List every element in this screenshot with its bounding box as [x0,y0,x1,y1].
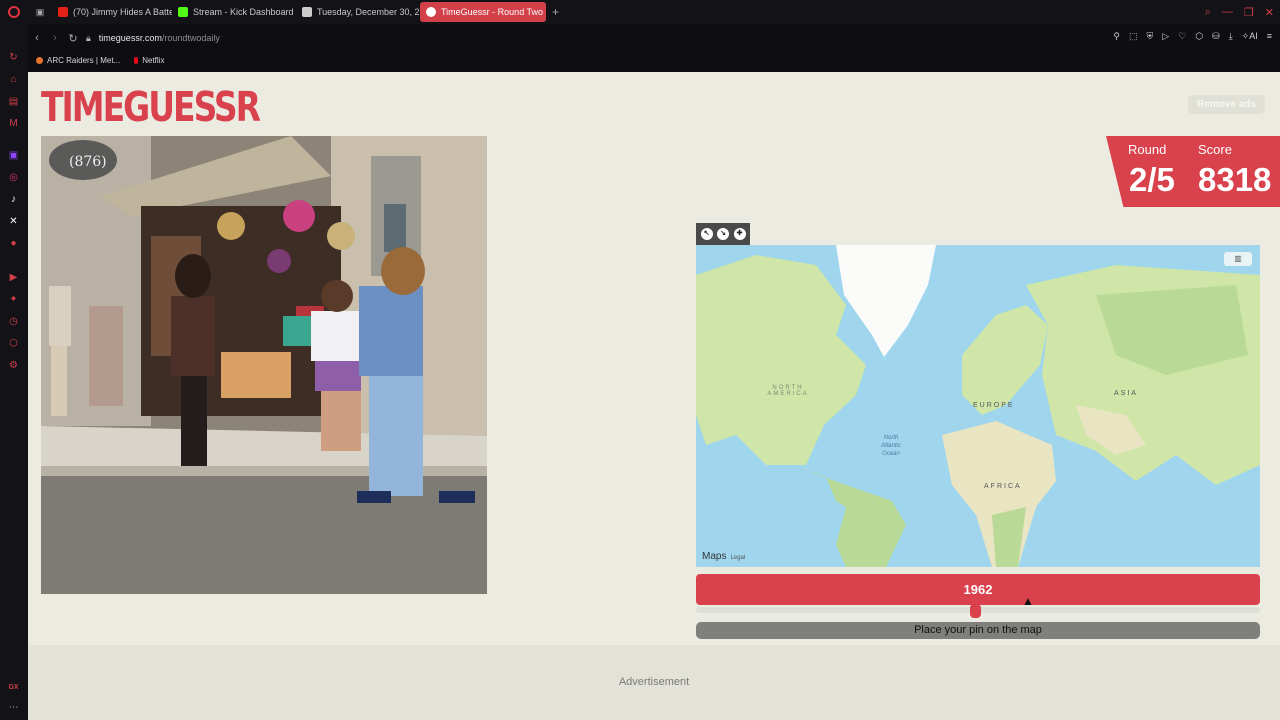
bookmarks-bar: ARC Raiders | Met... Netflix [28,52,164,68]
youtube-icon [58,7,68,17]
ai-button[interactable]: ✧AI [1242,31,1258,42]
tab-overview-icon[interactable]: ▣ [28,7,52,18]
new-tab-button[interactable]: + [552,5,559,19]
tab-label: (70) Jimmy Hides A Batter [73,7,172,17]
extensions-icon[interactable]: ⬡ [8,338,19,349]
window-controls: ⌕ — ❐ ✕ [1205,0,1274,24]
cube-icon[interactable]: ⬡ [1195,31,1203,42]
wallet-icon[interactable]: ⛁ [1212,31,1220,42]
round-value: 2/5 [1129,161,1175,198]
map-label-europe: EUROPE [973,402,1015,409]
browser-sidebar: ↻ ⌂ ▤ M ▣ ◎ ♪ ✕ ● ▶ ✦ ◷ ⬡ ⚙ GX ⋯ [0,24,28,720]
puzzle-icon [302,7,312,17]
snapshot-icon[interactable]: ⬚ [1129,31,1138,42]
reload-sidebar-icon[interactable]: ↻ [8,52,19,63]
kick-icon [178,7,188,17]
tab-kick[interactable]: Stream - Kick Dashboard [172,2,296,22]
restore-icon[interactable]: ❐ [1244,6,1254,19]
history-icon[interactable]: ◷ [8,316,19,327]
news-icon[interactable]: ▤ [8,96,19,107]
round-label: Round [1128,142,1167,157]
apple-maps-credit: Maps Legal [702,551,745,562]
shrink-map-icon[interactable]: ↘ [717,228,729,240]
address-bar-actions: ⚲ ⬚ ⛨ ▷ ♡ ⬡ ⛁ ⤓ ✧AI ≡ [1113,31,1272,42]
tab-youtube[interactable]: (70) Jimmy Hides A Batter [52,2,172,22]
tab-puzzle[interactable]: Tuesday, December 30, 2 [296,2,420,22]
shopping-icon[interactable]: ⌂ [8,74,19,85]
year-slider-thumb[interactable] [970,604,982,618]
netflix-icon [134,56,139,64]
timeguessr-logo[interactable]: TIMEGUESSR [41,82,261,131]
bookmark-label: Netflix [142,55,165,65]
search-icon[interactable]: ⌕ [1205,6,1211,19]
shield-icon[interactable]: ⛨ [1147,31,1154,42]
download-icon[interactable]: ⤓ [1229,31,1233,42]
settings-icon[interactable]: ⚙ [8,360,19,371]
map-label-asia: ASIA [1114,390,1138,397]
map-mode-button[interactable]: ▥ [1224,252,1252,266]
svg-text:(876): (876) [69,154,107,170]
maps-credit-label: Maps [702,551,727,562]
forward-icon[interactable]: › [46,32,64,44]
twitch-icon[interactable]: ▣ [8,150,19,161]
messenger-icon[interactable]: M [8,118,19,129]
expand-map-icon[interactable]: ↖ [700,228,713,240]
pin-icon[interactable]: ⚲ [1113,31,1120,42]
address-bar: ‹ › ↻ 🔒︎ timeguessr.com/roundtwodaily ⚲ … [28,27,1280,49]
bookmark-arc-raiders[interactable]: ARC Raiders | Met... [36,56,120,65]
arc-raiders-icon [36,56,43,64]
bookmark-netflix[interactable]: Netflix [134,56,164,65]
map-toolbar: ↖ ↘ ✚ [696,223,750,245]
timeguessr-icon [426,7,436,17]
instagram-icon[interactable]: ◎ [8,172,19,183]
pinboard-icon[interactable]: ✦ [8,294,19,305]
menu-icon[interactable]: ≡ [1267,31,1272,42]
url-field[interactable]: timeguessr.com/roundtwodaily [99,33,220,43]
map-label-north-atlantic: North Atlantic Ocean [881,435,901,457]
lock-icon: 🔒︎ [86,32,91,43]
ai-label: AI [1249,31,1258,41]
url-domain: timeguessr.com [98,33,162,43]
page-content: TIMEGUESSR Remove ads (876) Round 2/5 Sc… [28,72,1280,720]
advertisement-area: Advertisement [28,645,1280,720]
tab-label: Stream - Kick Dashboard [193,7,294,17]
x-icon[interactable]: ✕ [8,216,19,227]
url-path: /roundtwodaily [161,33,220,43]
browser-tab-bar: ▣ (70) Jimmy Hides A Batter Stream - Kic… [0,0,1280,24]
discord-icon[interactable]: ● [8,238,19,249]
advertisement-label: Advertisement [618,676,690,688]
remove-ads-button[interactable]: Remove ads [1188,95,1265,114]
map-icon: ▥ [1234,254,1242,263]
year-display: 1962 [696,574,1260,605]
tab-label: TimeGuessr - Round Two [441,7,544,17]
bookmark-label: ARC Raiders | Met... [47,55,121,65]
play-icon[interactable]: ▷ [1162,31,1169,42]
gx-corner-icon[interactable]: GX [7,682,20,693]
back-icon[interactable]: ‹ [28,32,46,44]
map-label-africa: AFRICA [984,483,1022,490]
player-icon[interactable]: ▶ [8,272,19,283]
tab-label: Tuesday, December 30, 2 [317,7,420,17]
close-icon[interactable]: ✕ [1265,6,1274,19]
minimize-icon[interactable]: — [1222,6,1233,18]
pin-map-icon[interactable]: ✚ [733,228,746,240]
street-scene-image: (876) [41,136,487,594]
map-label-north-america: NORTH AMERICA [767,385,809,397]
round-score-panel: Round 2/5 Score 8318 [1106,136,1280,207]
score-label: Score [1198,142,1232,157]
score-value: 8318 [1198,161,1272,198]
tab-timeguessr[interactable]: TimeGuessr - Round Two [420,2,546,22]
round-photo[interactable]: (876) [41,136,487,594]
place-pin-button[interactable]: Place your pin on the map [696,622,1260,639]
tiktok-icon[interactable]: ♪ [8,194,19,205]
world-map[interactable]: NORTH AMERICA EUROPE ASIA AFRICA North A… [696,245,1260,567]
reload-icon[interactable]: ↻ [64,32,82,45]
more-icon[interactable]: ⋯ [8,702,19,713]
opera-menu-icon[interactable] [0,0,28,24]
maps-legal-link[interactable]: Legal [730,555,745,561]
year-slider[interactable] [696,604,1260,618]
mouse-cursor-icon: ▲ [1022,594,1034,608]
heart-icon[interactable]: ♡ [1178,31,1186,42]
